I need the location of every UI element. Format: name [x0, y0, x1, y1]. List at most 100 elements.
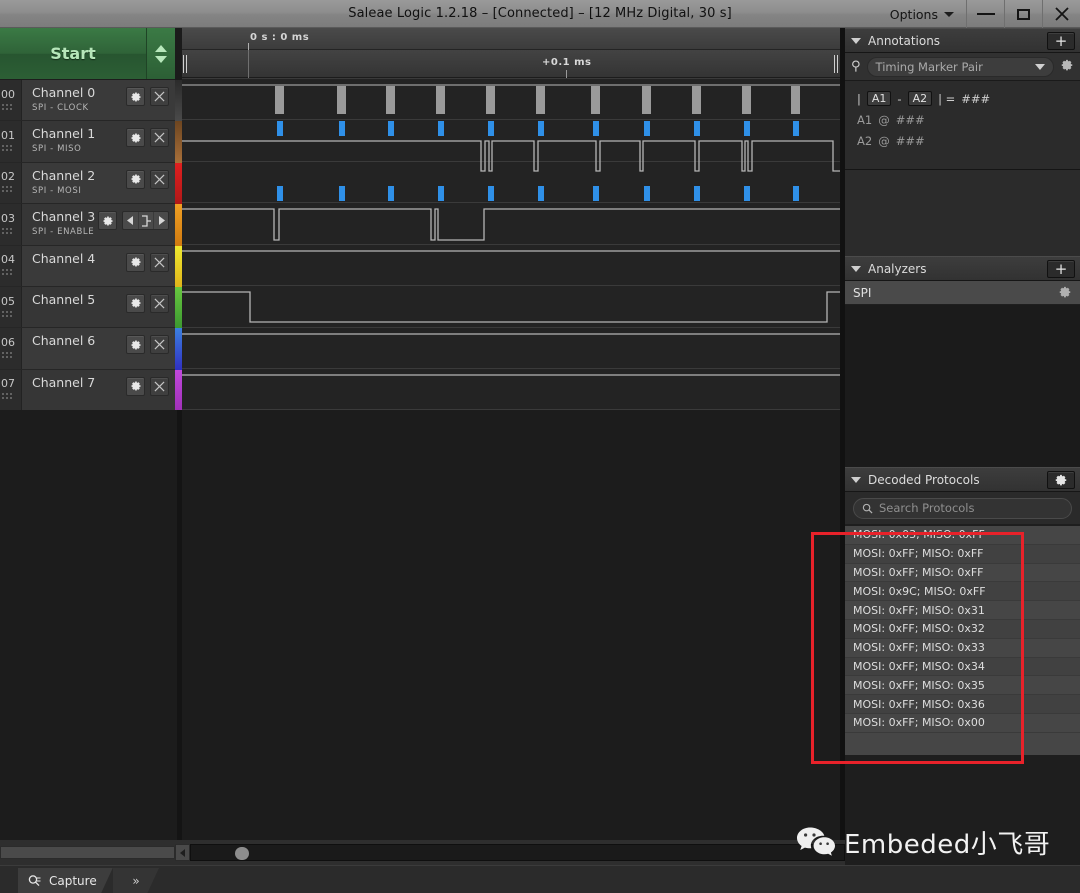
close-button[interactable]: [1042, 0, 1080, 28]
analyzer-settings-button[interactable]: [1058, 285, 1072, 302]
channel-settings-button[interactable]: [126, 128, 145, 148]
tab-capture-label: Capture: [49, 874, 97, 888]
add-analyzer-button[interactable]: +: [1047, 260, 1075, 278]
color-ch0: [175, 80, 182, 122]
channel-row[interactable]: 04 Channel 4: [0, 245, 175, 287]
maximize-button[interactable]: [1004, 0, 1042, 28]
list-item[interactable]: MOSI: 0xFF; MISO: 0x00: [845, 713, 1080, 733]
drag-handle-icon[interactable]: [1, 309, 13, 319]
next-trigger-button[interactable]: [153, 212, 168, 230]
timeline-ruler-top[interactable]: 0 s : 0 ms: [182, 28, 840, 50]
close-icon: [154, 339, 165, 350]
decoded-settings-button[interactable]: [1047, 471, 1075, 489]
channel-row[interactable]: 00 Channel 0 SPI - CLOCK: [0, 80, 175, 122]
marker-type-select[interactable]: Timing Marker Pair: [866, 56, 1054, 77]
search-input[interactable]: Search Protocols: [853, 497, 1072, 519]
drag-handle-icon[interactable]: [1, 144, 13, 154]
channel-settings-button[interactable]: [126, 293, 145, 313]
channel-row[interactable]: 07 Channel 7: [0, 369, 175, 412]
channel-settings-button[interactable]: [126, 252, 145, 272]
marker-type-label: Timing Marker Pair: [875, 59, 983, 74]
channel-controls: [126, 335, 169, 355]
channel-row[interactable]: 03 Channel 3 SPI - ENABLE: [0, 204, 175, 246]
tab-overflow-button[interactable]: »: [113, 868, 159, 893]
origin-line: [248, 50, 249, 78]
channel-number-cell: 04: [0, 245, 22, 286]
channel-remove-button[interactable]: [150, 128, 169, 148]
channel-body: Channel 7: [22, 370, 175, 410]
list-item[interactable]: MOSI: 0xFF; MISO: 0x32: [845, 619, 1080, 639]
scrollbar-thumb[interactable]: [235, 847, 249, 860]
drag-handle-icon[interactable]: [1, 351, 13, 361]
decoded-protocol-list[interactable]: MOSI: 0x03; MISO: 0xFF MOSI: 0xFF; MISO:…: [845, 524, 1080, 755]
channel-row[interactable]: 01 Channel 1 SPI - MISO: [0, 121, 175, 163]
channel-remove-button[interactable]: [150, 335, 169, 355]
list-item[interactable]: MOSI: 0xFF; MISO: 0xFF: [845, 544, 1080, 564]
channel-controls: [98, 211, 169, 231]
options-menu-button[interactable]: Options: [878, 0, 966, 28]
channel-row[interactable]: 02 Channel 2 SPI - MOSI: [0, 162, 175, 205]
list-item[interactable]: MOSI: 0xFF; MISO: 0x36: [845, 695, 1080, 714]
decoded-protocols-title: Decoded Protocols: [868, 472, 980, 487]
channel-remove-button[interactable]: [150, 169, 169, 189]
ruler-right-grip[interactable]: [834, 55, 839, 73]
list-item[interactable]: MOSI: 0x9C; MISO: 0xFF: [845, 582, 1080, 602]
channel-settings-button[interactable]: [126, 169, 145, 189]
empty-left-footer: [0, 410, 182, 840]
waveform-scrollbar[interactable]: [190, 844, 845, 861]
channel-body: Channel 4: [22, 246, 175, 286]
list-item[interactable]: MOSI: 0xFF; MISO: 0x34: [845, 657, 1080, 677]
drag-handle-icon[interactable]: [1, 268, 13, 278]
channel-row[interactable]: 05 Channel 5: [0, 286, 175, 329]
prev-trigger-button[interactable]: [123, 212, 138, 229]
gear-icon: [1055, 474, 1067, 486]
waveform-canvas[interactable]: [182, 78, 840, 410]
analyzer-item-spi[interactable]: SPI: [845, 281, 1080, 305]
collapse-triangle-icon[interactable]: [851, 37, 861, 44]
trigger-edge-button[interactable]: [138, 212, 153, 230]
protocol-search-row: Search Protocols: [845, 492, 1080, 524]
channel-settings-button[interactable]: [126, 335, 145, 355]
channel-row[interactable]: 06 Channel 6: [0, 328, 175, 370]
trace-ch1-miso: [182, 140, 840, 172]
vertical-splitter-left[interactable]: [177, 410, 182, 840]
collapse-triangle-icon[interactable]: [851, 265, 861, 272]
list-item[interactable]: MOSI: 0xFF; MISO: 0x35: [845, 676, 1080, 696]
tab-capture[interactable]: Capture: [18, 868, 113, 893]
list-item[interactable]: MOSI: 0xFF; MISO: 0x31: [845, 601, 1080, 620]
start-capture-button[interactable]: Start: [0, 28, 147, 79]
list-item[interactable]: MOSI: 0xFF; MISO: 0xFF: [845, 563, 1080, 583]
decoded-protocols-header[interactable]: Decoded Protocols: [845, 467, 1080, 492]
channel-number: 07: [1, 377, 15, 391]
channel-settings-button[interactable]: [98, 211, 117, 231]
analyzer-markers-ch1: [277, 186, 799, 201]
channel-remove-button[interactable]: [150, 87, 169, 106]
drag-handle-icon[interactable]: [1, 392, 13, 402]
scroll-left-button[interactable]: [175, 844, 190, 861]
drag-handle-icon[interactable]: [1, 226, 13, 236]
channel-remove-button[interactable]: [150, 376, 169, 396]
drag-handle-icon[interactable]: [1, 102, 13, 112]
add-annotation-button[interactable]: +: [1047, 32, 1075, 50]
channel-number-cell: 03: [0, 204, 22, 245]
drag-handle-icon[interactable]: [1, 185, 13, 195]
channel-remove-button[interactable]: [150, 293, 169, 313]
triangle-right-icon: [158, 216, 165, 226]
protocol-text: MOSI: 0xFF; MISO: 0x31: [853, 603, 985, 617]
start-options-spinner[interactable]: [147, 28, 175, 79]
channel-settings-button[interactable]: [126, 376, 145, 396]
annotations-header[interactable]: Annotations +: [845, 28, 1080, 53]
color-ch6: [175, 328, 182, 370]
list-item[interactable]: MOSI: 0x03; MISO: 0xFF: [845, 526, 1080, 545]
ruler-left-grip[interactable]: [183, 55, 188, 73]
minimize-button[interactable]: [966, 0, 1004, 28]
channel-settings-button[interactable]: [126, 87, 145, 106]
channel-number: 01: [1, 129, 15, 143]
analyzers-header[interactable]: Analyzers +: [845, 256, 1080, 281]
timeline-ruler-bottom[interactable]: +0.1 ms: [182, 50, 840, 78]
marker-settings-button[interactable]: [1060, 57, 1074, 76]
collapse-triangle-icon[interactable]: [851, 476, 861, 483]
triangle-left-icon: [127, 216, 133, 226]
list-item[interactable]: MOSI: 0xFF; MISO: 0x33: [845, 638, 1080, 658]
channel-remove-button[interactable]: [150, 252, 169, 272]
